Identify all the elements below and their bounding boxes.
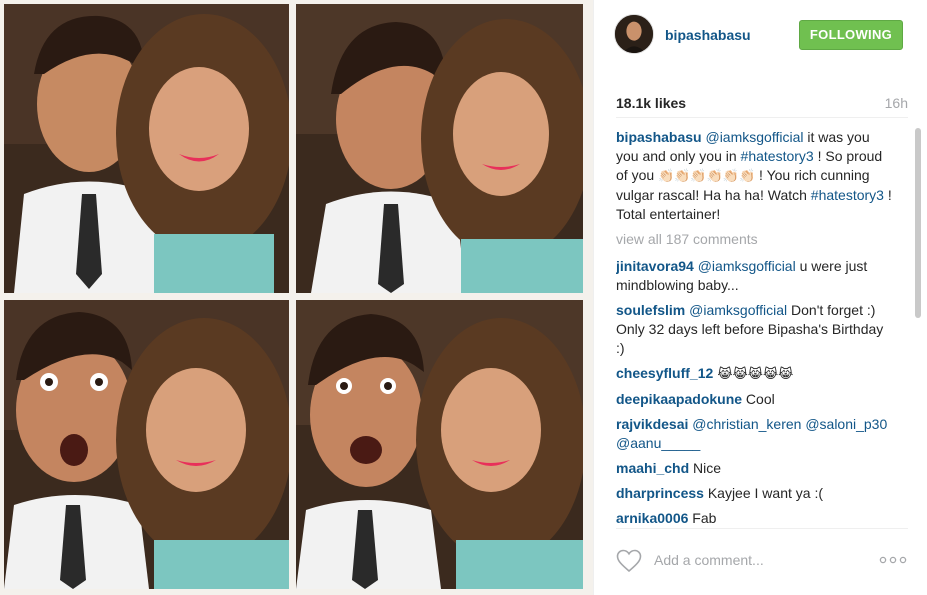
- comment-text: Kayjee I want ya :(: [703, 485, 823, 501]
- comment-item: maahi_chd Nice: [616, 459, 892, 478]
- post-photo[interactable]: [0, 0, 593, 595]
- comment-username[interactable]: deepikaapadokune: [616, 391, 742, 407]
- view-all-comments-link[interactable]: view all 187 comments: [616, 230, 892, 249]
- more-options-icon[interactable]: [878, 551, 908, 569]
- comment-mention[interactable]: @iamksgofficial: [698, 258, 796, 274]
- add-comment-input[interactable]: [654, 552, 854, 568]
- comment-item: deepikaapadokune Cool: [616, 390, 892, 409]
- username-link[interactable]: bipashabasu: [665, 27, 751, 43]
- post-header: bipashabasu FOLLOWING: [594, 0, 927, 72]
- heart-icon[interactable]: [616, 549, 642, 573]
- caption-hashtag[interactable]: #hatestory3: [811, 187, 884, 203]
- comment-username[interactable]: jinitavora94: [616, 258, 694, 274]
- comment-username[interactable]: soulefslim: [616, 302, 685, 318]
- comments-list: bipashabasu @iamksgofficial it was you y…: [616, 128, 892, 524]
- comment-username[interactable]: dharprincess: [616, 485, 704, 501]
- comment-item: soulefslim @iamksgofficial Don't forget …: [616, 301, 892, 358]
- comment-text: 😹😹😹😹😹: [713, 367, 794, 382]
- comment-item: jinitavora94 @iamksgofficial u were just…: [616, 257, 892, 295]
- post-time[interactable]: 16h: [885, 95, 908, 111]
- photo-frame-4: [296, 300, 583, 589]
- caption-mention[interactable]: @iamksgofficial: [705, 129, 803, 145]
- comment-mention[interactable]: @iamksgofficial: [689, 302, 787, 318]
- comment-text: Cool: [742, 391, 775, 407]
- comment-item: cheesyfluff_12 😹😹😹😹😹: [616, 364, 892, 384]
- caption-hashtag[interactable]: #hatestory3: [741, 148, 814, 164]
- post-sidebar: bipashabasu FOLLOWING 18.1k likes 16h bi…: [593, 0, 927, 595]
- comment-username[interactable]: rajvikdesai: [616, 416, 688, 432]
- comment-item: rajvikdesai @christian_keren @saloni_p30…: [616, 415, 892, 453]
- caption: bipashabasu @iamksgofficial it was you y…: [616, 128, 892, 224]
- comment-item: arnika0006 Fab: [616, 509, 892, 524]
- clap-emoji: 👏🏻👏🏻👏🏻👏🏻👏🏻👏🏻: [658, 169, 756, 184]
- photo-frame-1: [4, 4, 289, 293]
- photo-frame-2: [296, 4, 583, 293]
- post-actions: [616, 528, 908, 590]
- comment-text: Fab: [688, 510, 717, 524]
- comment-username[interactable]: cheesyfluff_12: [616, 365, 713, 381]
- comments-scrollbar[interactable]: [915, 128, 921, 524]
- caption-username[interactable]: bipashabasu: [616, 129, 702, 145]
- scrollbar-thumb[interactable]: [915, 128, 921, 318]
- post-meta: 18.1k likes 16h: [616, 88, 908, 118]
- comment-username[interactable]: maahi_chd: [616, 460, 689, 476]
- photo-frame-3: [4, 300, 289, 589]
- comment-username[interactable]: arnika0006: [616, 510, 688, 524]
- comment-item: dharprincess Kayjee I want ya :(: [616, 484, 892, 503]
- comment-text: Nice: [689, 460, 722, 476]
- following-button[interactable]: FOLLOWING: [799, 20, 903, 50]
- avatar[interactable]: [614, 14, 654, 54]
- likes-count[interactable]: 18.1k likes: [616, 95, 686, 111]
